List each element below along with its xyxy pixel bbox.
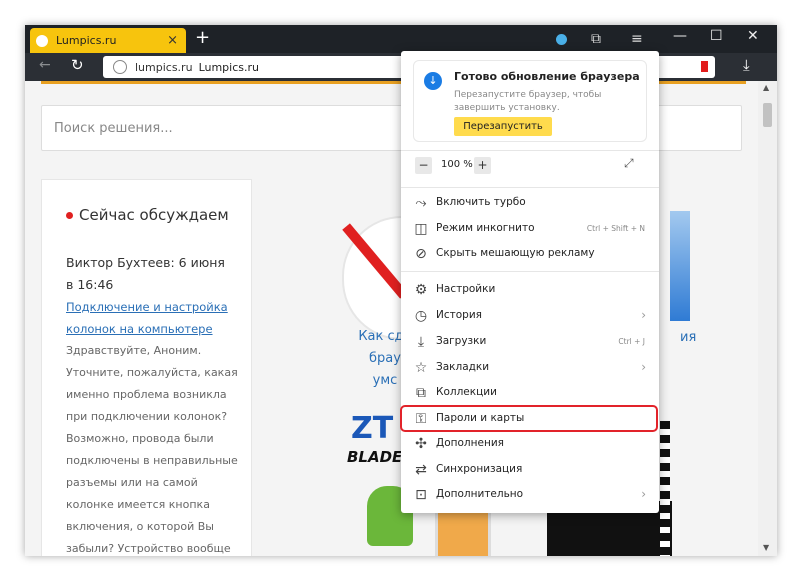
back-button[interactable]: ← — [39, 57, 51, 73]
browser-menu: ↓ Готово обновление браузера Перезапусти… — [401, 51, 659, 513]
reload-button[interactable]: ↻ — [71, 56, 84, 74]
tab-title: Lumpics.ru — [56, 34, 117, 47]
scroll-down-icon[interactable]: ▼ — [763, 543, 769, 552]
menu-divider — [401, 271, 659, 272]
menu-icon[interactable]: ≡ — [631, 31, 643, 47]
bookmark-icon[interactable] — [701, 61, 708, 72]
gear-icon: ⚙ — [414, 282, 428, 298]
menu-item-block-ads[interactable]: ⊘ Скрыть мешающую рекламу — [401, 242, 659, 267]
restart-button[interactable]: Перезапустить — [454, 117, 552, 136]
block-icon: ⊘ — [415, 246, 427, 262]
comment-author: Виктор Бухтеев: 6 июня в 16:46 — [66, 255, 225, 292]
scroll-up-icon[interactable]: ▲ — [763, 83, 769, 92]
menu-divider — [401, 187, 659, 188]
star-icon: ☆ — [414, 360, 428, 376]
menu-item-label: Синхронизация — [436, 463, 523, 475]
menu-item-label: История — [436, 309, 482, 321]
menu-item-shortcut: Ctrl + J — [618, 337, 645, 346]
menu-item-more[interactable]: ⊡ Дополнительно › — [401, 483, 659, 508]
globe-icon — [113, 60, 127, 74]
update-title: Готово обновление браузера — [454, 70, 640, 83]
favicon-icon — [36, 34, 48, 47]
clock-icon: ◷ — [414, 308, 428, 324]
menu-item-label: Скрыть мешающую рекламу — [436, 247, 595, 259]
chevron-right-icon: › — [641, 308, 646, 322]
minimize-button[interactable]: — — [673, 28, 687, 44]
article-thumbnail-right[interactable] — [670, 211, 690, 321]
sync-icon: ⇄ — [415, 462, 427, 478]
discussion-heading: Сейчас обсуждаем — [66, 206, 229, 224]
comment-text: Здравствуйте, Аноним. Уточните, пожалуйс… — [66, 344, 238, 555]
update-download-icon: ↓ — [424, 72, 442, 90]
chevron-right-icon: › — [641, 487, 646, 501]
zoom-in-button[interactable]: + — [474, 157, 491, 174]
discussion-panel: Сейчас обсуждаем Виктор Бухтеев: 6 июня … — [41, 179, 252, 556]
zoom-controls: − 100 % + ⤢ — [401, 151, 659, 185]
menu-item-bookmarks[interactable]: ☆ Закладки › — [401, 356, 659, 381]
highlight-passwords-box — [400, 405, 658, 432]
chip-pins — [660, 421, 670, 556]
menu-item-label: Режим инкогнито — [436, 222, 535, 234]
fullscreen-icon[interactable]: ⤢ — [624, 156, 634, 171]
maximize-button[interactable]: ☐ — [710, 28, 723, 44]
incognito-icon: ◫ — [414, 221, 428, 237]
menu-item-history[interactable]: ◷ История › — [401, 304, 659, 329]
menu-item-label: Дополнительно — [436, 488, 524, 500]
tab-bar: Lumpics.ru × + ⧉ ≡ — ☐ ✕ — [25, 25, 777, 53]
discussion-title: Сейчас обсуждаем — [79, 206, 229, 224]
download-icon: ⤓ — [417, 334, 425, 350]
more-icon: ⊡ — [415, 487, 427, 503]
chevron-right-icon: › — [641, 360, 646, 374]
menu-item-sync[interactable]: ⇄ Синхронизация — [401, 458, 659, 483]
article-link-right[interactable]: ия — [680, 330, 696, 345]
menu-item-shortcut: Ctrl + Shift + N — [586, 224, 645, 233]
zte-logo: ZT — [351, 411, 394, 446]
menu-item-collections[interactable]: ⧉ Коллекции — [401, 381, 659, 406]
tab-close-icon[interactable]: × — [167, 33, 178, 48]
menu-item-label: Коллекции — [436, 386, 497, 398]
turbo-icon: ⤳ — [415, 195, 427, 211]
menu-item-label: Дополнения — [436, 437, 504, 449]
scrollbar-thumb[interactable] — [763, 103, 772, 127]
scrollbar[interactable]: ▲ ▼ — [758, 81, 777, 556]
downloads-button[interactable]: ⤓ — [743, 56, 750, 74]
menu-item-turbo[interactable]: ⤳ Включить турбо — [401, 191, 659, 216]
collections-toolbar-icon[interactable]: ⧉ — [591, 31, 601, 47]
zoom-out-button[interactable]: − — [415, 157, 432, 174]
zoom-level: 100 % — [441, 159, 473, 170]
menu-item-settings[interactable]: ⚙ Настройки — [401, 278, 659, 303]
address-host: lumpics.ru — [135, 60, 193, 74]
live-dot-icon — [66, 211, 73, 219]
puzzle-icon: ✣ — [415, 436, 427, 452]
menu-item-incognito[interactable]: ◫ Режим инкогнито Ctrl + Shift + N — [401, 217, 659, 242]
address-page-title: Lumpics.ru — [198, 60, 259, 74]
menu-item-label: Загрузки — [436, 335, 487, 347]
menu-item-extensions[interactable]: ✣ Дополнения — [401, 432, 659, 457]
menu-item-label: Закладки — [436, 361, 490, 373]
alice-icon[interactable] — [556, 34, 567, 45]
collections-icon: ⧉ — [416, 385, 426, 401]
new-tab-button[interactable]: + — [195, 27, 210, 48]
tab-lumpics[interactable]: Lumpics.ru × — [30, 28, 186, 53]
menu-item-downloads[interactable]: ⤓ Загрузки Ctrl + J — [401, 330, 659, 355]
blade-logo: BLADE — [347, 448, 403, 466]
menu-item-label: Настройки — [436, 283, 496, 295]
update-description: Перезапустите браузер, чтобы завершить у… — [454, 90, 602, 113]
menu-item-label: Включить турбо — [436, 196, 526, 208]
update-notification: ↓ Готово обновление браузера Перезапусти… — [413, 60, 647, 142]
comment-article-link[interactable]: Подключение и настройка колонок на компь… — [66, 296, 241, 340]
close-window-button[interactable]: ✕ — [747, 28, 759, 44]
